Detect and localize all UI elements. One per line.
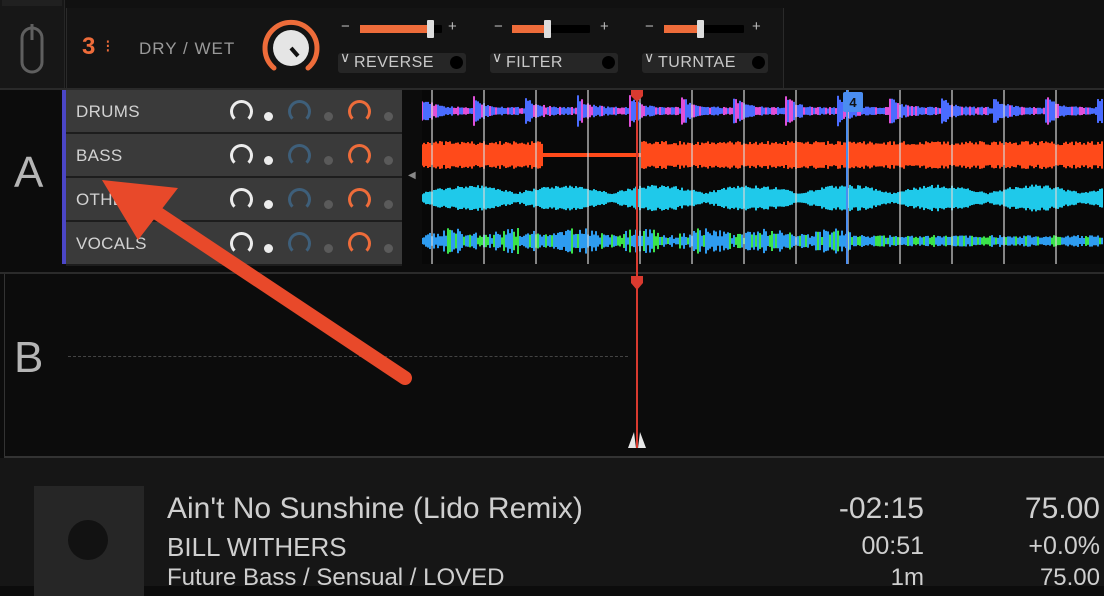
deck-b-panel [4, 274, 1104, 458]
stem-name[interactable]: OTHER [76, 190, 137, 210]
stem-mute-button[interactable] [264, 200, 273, 209]
fx2-plus[interactable]: + [600, 18, 609, 35]
stem-volume-knob[interactable] [230, 100, 253, 123]
track-artist: BILL WITHERS [167, 532, 347, 562]
original-bpm: 75.00 [1039, 564, 1100, 591]
deck-a-letter: A [14, 148, 44, 197]
stem-row-other: OTHER [66, 178, 402, 222]
fx1-slider-thumb[interactable] [426, 20, 434, 38]
stem-fx-button[interactable] [324, 156, 333, 165]
fx3-slider[interactable] [664, 20, 744, 38]
fx2-slider-fill [512, 25, 548, 33]
dry-wet-label: DRY / WET [139, 39, 236, 58]
stem-name[interactable]: DRUMS [76, 102, 140, 122]
fx3-on-button[interactable] [752, 56, 765, 69]
vinyl-placeholder-icon [68, 520, 108, 560]
stem-controls: DRUMS BASS OTHER VOCALS [66, 90, 402, 266]
fx1-minus[interactable]: − [341, 18, 350, 35]
stem-filter-button[interactable] [384, 156, 393, 165]
fx1-plus[interactable]: + [448, 18, 457, 35]
fx1-slider-fill [360, 25, 430, 33]
track-title: Ain't No Sunshine (Lido Remix) [167, 492, 583, 525]
stem-row-bass: BASS [66, 134, 402, 178]
stem-fx-button[interactable] [324, 244, 333, 253]
waveform-layer [422, 95, 1103, 254]
stem-volume-knob[interactable] [230, 144, 253, 167]
cue-badge-number: 4 [849, 95, 857, 110]
track-length: 1m [890, 564, 924, 591]
dry-wet-knob[interactable] [260, 18, 322, 74]
stem-filter-button[interactable] [384, 200, 393, 209]
fx3-minus[interactable]: − [645, 18, 654, 35]
time-elapsed: 00:51 [861, 532, 924, 560]
stem-mute-button[interactable] [264, 244, 273, 253]
stem-row-vocals: VOCALS [66, 222, 402, 266]
deck-b-empty-waveform [68, 356, 628, 357]
fx1-select-button[interactable]: ∨ REVERSE [338, 53, 466, 73]
playhead-triangles-icon [628, 432, 646, 448]
fx2-minus[interactable]: − [494, 18, 503, 35]
stem-fx-knob[interactable] [288, 232, 311, 255]
chevron-down-icon: ∨ [492, 53, 503, 65]
link-icon[interactable] [0, 0, 64, 88]
stem-volume-knob[interactable] [230, 232, 253, 255]
pitch-percent: +0.0% [1028, 532, 1100, 560]
stem-fx-knob[interactable] [288, 100, 311, 123]
fx1-on-button[interactable] [450, 56, 463, 69]
stem-waveform-display[interactable]: 4 [422, 90, 1104, 264]
stem-fx-knob[interactable] [288, 188, 311, 211]
fx3-plus[interactable]: + [752, 18, 761, 35]
stem-filter-button[interactable] [384, 112, 393, 121]
stem-fx-knob[interactable] [288, 144, 311, 167]
stem-filter-button[interactable] [384, 244, 393, 253]
playhead-marker-icon [631, 90, 643, 102]
stem-row-drums: DRUMS [66, 90, 402, 134]
stem-volume-knob[interactable] [230, 188, 253, 211]
fx2-slider[interactable] [512, 20, 590, 38]
fx2-slider-thumb[interactable] [544, 20, 552, 38]
stem-filter-knob[interactable] [348, 232, 371, 255]
waveform-canvas[interactable]: 4 [422, 90, 1104, 264]
stem-filter-knob[interactable] [348, 188, 371, 211]
fx3-select-button[interactable]: ∨ TURNTAE [642, 53, 768, 73]
fx2-name: FILTER [506, 54, 563, 71]
deck-b-letter: B [14, 333, 44, 382]
chevron-down-icon: ∨ [644, 53, 655, 65]
stem-name[interactable]: VOCALS [76, 234, 147, 254]
stem-name[interactable]: BASS [76, 146, 123, 166]
fx1-slider[interactable] [360, 20, 442, 38]
fx1-name: REVERSE [354, 54, 434, 71]
fx2-on-button[interactable] [602, 56, 615, 69]
fx3-slider-thumb[interactable] [697, 20, 704, 38]
fx3-slider-fill [664, 25, 700, 33]
fx-unit-number[interactable]: 3 [82, 33, 95, 61]
fx3-name: TURNTAE [658, 54, 736, 71]
track-tags: Future Bass / Sensual / LOVED [167, 564, 505, 591]
stem-filter-knob[interactable] [348, 144, 371, 167]
tempo-bpm[interactable]: 75.00 [940, 492, 1100, 526]
stem-fx-button[interactable] [324, 200, 333, 209]
fx2-select-button[interactable]: ∨ FILTER [490, 53, 618, 73]
stem-filter-knob[interactable] [348, 100, 371, 123]
playhead-marker-icon [631, 276, 643, 290]
stem-fx-button[interactable] [324, 112, 333, 121]
time-remaining[interactable]: -02:15 [760, 492, 924, 526]
collapse-arrow-icon[interactable]: ◀ [408, 170, 416, 181]
chevron-down-icon: ∨ [340, 53, 351, 65]
playhead-line [636, 90, 638, 448]
fx-unit-menu-icon[interactable]: ⁝ [105, 36, 111, 57]
stem-mute-button[interactable] [264, 156, 273, 165]
fx-link-panel[interactable] [0, 0, 65, 88]
stem-mute-button[interactable] [264, 112, 273, 121]
